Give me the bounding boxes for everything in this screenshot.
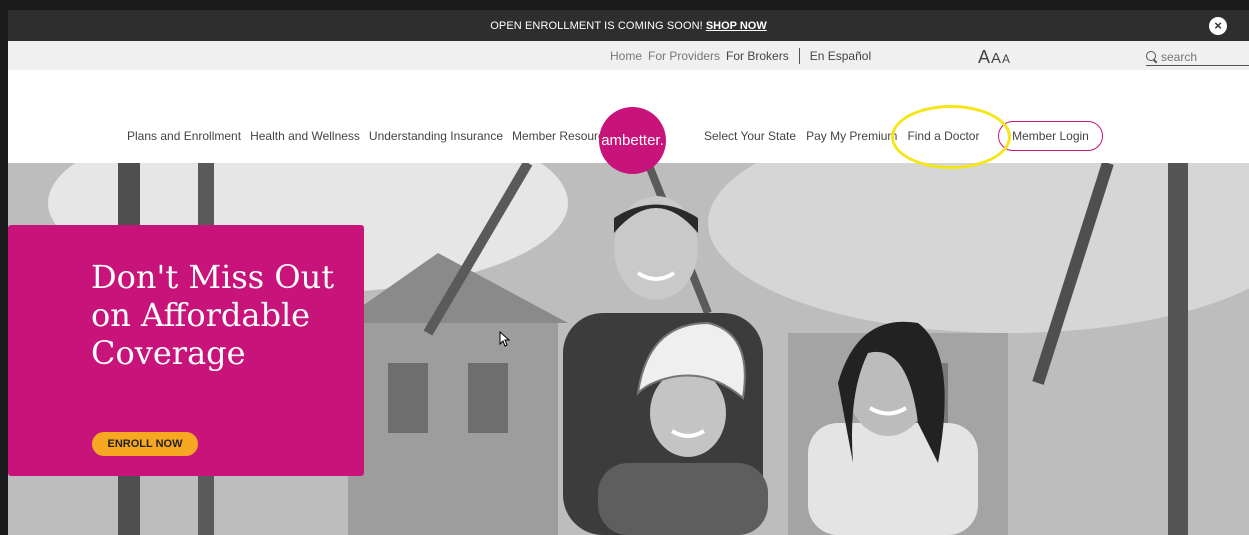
search-placeholder: search — [1161, 50, 1198, 64]
hero-house-window — [388, 363, 428, 433]
browser-top-strip — [0, 0, 1249, 10]
for-providers-link[interactable]: For Providers — [648, 49, 720, 63]
search-input[interactable]: search — [1146, 49, 1249, 66]
enroll-now-button[interactable]: ENROLL NOW — [92, 432, 198, 456]
hero-girl-face — [650, 369, 726, 457]
nav-right-group: Select Your State Pay My Premium Find a … — [704, 129, 989, 143]
nav-plans-enrollment[interactable]: Plans and Enrollment — [127, 129, 241, 143]
banner-text: OPEN ENROLLMENT IS COMING SOON! — [490, 19, 703, 32]
nav-left-group: Plans and Enrollment Health and Wellness… — [127, 129, 626, 143]
utility-bar: Home For Providers For Brokers En Españo… — [8, 41, 1249, 70]
shop-now-link[interactable]: SHOP NOW — [706, 20, 767, 32]
for-brokers-link[interactable]: For Brokers — [726, 49, 789, 63]
hero-girl-body — [598, 463, 768, 535]
text-size-controls: A A A — [978, 47, 1011, 68]
search-icon — [1146, 51, 1158, 63]
mouse-pointer-icon — [499, 331, 511, 347]
nav-pay-premium[interactable]: Pay My Premium — [806, 129, 897, 143]
nav-health-wellness[interactable]: Health and Wellness — [250, 129, 360, 143]
text-size-large[interactable]: A — [978, 47, 990, 68]
nav-select-state[interactable]: Select Your State — [704, 129, 796, 143]
announcement-banner: OPEN ENROLLMENT IS COMING SOON! SHOP NOW… — [8, 10, 1249, 41]
promo-card: Don't Miss Out on Affordable Coverage EN… — [8, 225, 364, 476]
text-size-medium[interactable]: A — [991, 50, 1001, 67]
nav-understanding-insurance[interactable]: Understanding Insurance — [369, 129, 503, 143]
spanish-link[interactable]: En Español — [810, 49, 871, 63]
screen-frame-edge — [0, 0, 8, 535]
hero-woman-body — [808, 423, 978, 535]
text-size-small[interactable]: A — [1002, 52, 1010, 66]
home-link[interactable]: Home — [610, 49, 642, 63]
nav-find-doctor[interactable]: Find a Doctor — [907, 129, 979, 143]
hero-house-window-2 — [468, 363, 508, 433]
member-login-button[interactable]: Member Login — [998, 121, 1103, 151]
hero-tree-trunk-3 — [1168, 163, 1188, 535]
close-icon[interactable]: × — [1209, 17, 1227, 35]
promo-title: Don't Miss Out on Affordable Coverage — [91, 258, 335, 372]
utility-links: Home For Providers For Brokers En Españo… — [610, 41, 877, 70]
hero-house-wall — [348, 323, 558, 535]
utility-divider — [798, 47, 800, 64]
ambetter-logo[interactable]: ambetter. — [599, 107, 666, 174]
main-nav: Plans and Enrollment Health and Wellness… — [8, 70, 1249, 174]
